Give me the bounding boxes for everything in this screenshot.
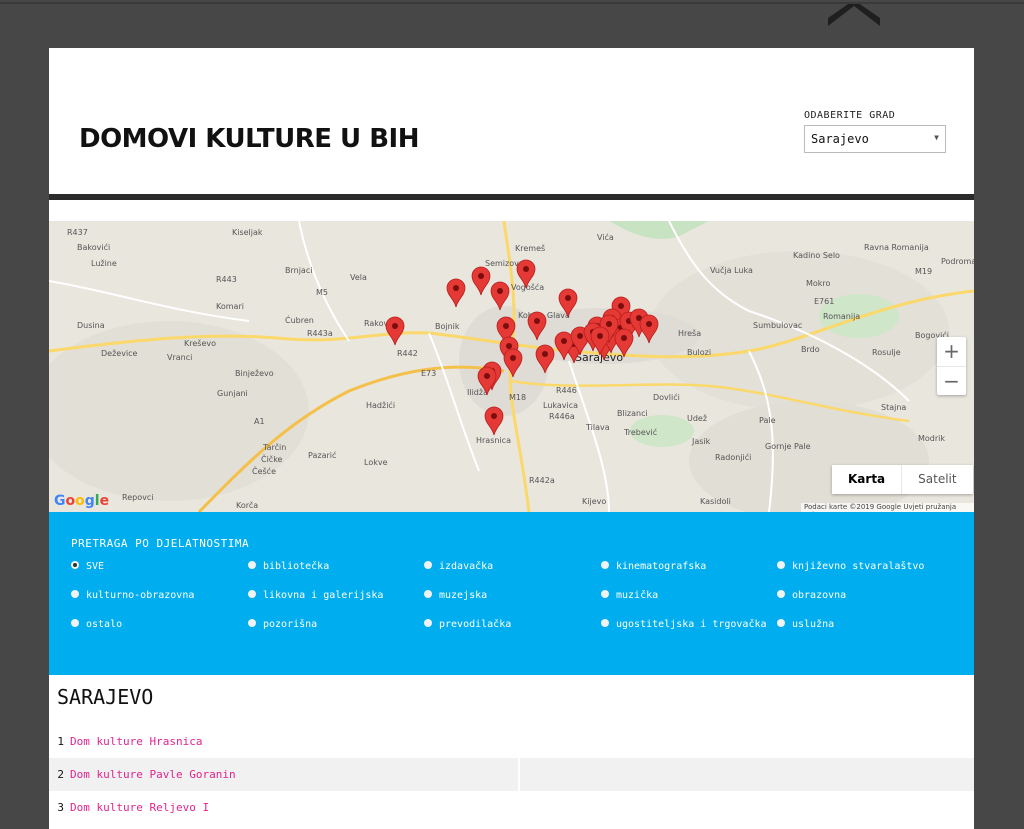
filter-option-label: pozorišna (263, 619, 318, 630)
map-marker-icon[interactable] (639, 314, 659, 344)
filter-option-label: bibliotečka (263, 561, 330, 572)
filter-option-label: muzejska (439, 590, 488, 601)
list-item-link[interactable]: Dom kulture Reljevo I (70, 801, 209, 814)
radio-icon[interactable] (71, 619, 79, 627)
radio-icon[interactable] (601, 590, 609, 598)
filter-option[interactable]: muzejska (424, 590, 487, 601)
filter-option[interactable]: književno stvaralaštvo (777, 561, 924, 572)
filter-option[interactable]: izdavačka (424, 561, 493, 572)
radio-icon[interactable] (71, 590, 79, 598)
list-item-number: 1 (57, 735, 64, 748)
radio-icon[interactable] (424, 619, 432, 627)
map-marker-icon[interactable] (477, 366, 497, 396)
filters-title: PRETRAGA PO DJELATNOSTIMA (71, 537, 250, 550)
list-item: 3 Dom kulture Reljevo I (49, 791, 974, 824)
filter-option[interactable]: SVE (71, 561, 104, 572)
map-marker-icon[interactable] (614, 328, 634, 358)
filter-option-label: SVE (86, 561, 105, 572)
zoom-out-button[interactable]: − (937, 366, 966, 396)
map-marker-icon[interactable] (535, 344, 555, 374)
radio-icon[interactable] (424, 590, 432, 598)
map-marker-icon[interactable] (527, 311, 547, 341)
map-marker-icon[interactable] (490, 281, 510, 311)
filter-option-label: likovna i galerijska (263, 590, 384, 601)
filter-option-label: izdavačka (439, 561, 494, 572)
filter-option[interactable]: prevodilačka (424, 619, 511, 630)
filter-option[interactable]: kulturno-obrazovna (71, 590, 194, 601)
filter-option-label: ugostiteljska i trgovačka (616, 619, 767, 630)
radio-icon[interactable] (248, 561, 256, 569)
filter-option[interactable]: ostalo (71, 619, 122, 630)
filter-option[interactable]: obrazovna (777, 590, 846, 601)
chevron-up-icon[interactable] (828, 4, 880, 26)
city-dropdown[interactable]: Sarajevo ▼ (804, 125, 946, 153)
map-type-map-button[interactable]: Karta (832, 465, 903, 494)
city-select: ODABERITE GRAD Sarajevo ▼ (804, 110, 946, 153)
map-marker-icon[interactable] (385, 316, 405, 346)
map-marker-icon[interactable] (471, 266, 491, 296)
activity-filters: PRETRAGA PO DJELATNOSTIMA SVE bibliotečka… (49, 512, 974, 675)
spacer (49, 200, 974, 221)
results-heading: SARAJEVO (57, 685, 154, 709)
radio-icon[interactable] (248, 590, 256, 598)
list-item-number: 3 (57, 801, 64, 814)
city-dropdown-value: Sarajevo (811, 132, 869, 146)
radio-icon[interactable] (248, 619, 256, 627)
filter-option[interactable]: bibliotečka (248, 561, 329, 572)
header: DOMOVI KULTURE U BIH ODABERITE GRAD Sara… (49, 48, 974, 194)
filter-option[interactable]: uslužna (777, 619, 834, 630)
row-divider (518, 758, 520, 791)
list-item: 2 Dom kulture Pavle Goranin (49, 758, 974, 791)
radio-icon[interactable] (601, 619, 609, 627)
filter-option-label: ostalo (86, 619, 123, 630)
backdrop-top (0, 0, 1024, 48)
map-attribution[interactable]: Podaci karte ©2019 Google Uvjeti pružanj… (801, 503, 974, 512)
map[interactable]: R437 Kiseljak Bakovići Lužine R443 Brnja… (49, 221, 974, 512)
filter-option[interactable]: likovna i galerijska (248, 590, 383, 601)
map-marker-icon[interactable] (558, 288, 578, 318)
map-type-control: Karta Satelit (832, 465, 973, 494)
list-item: 1 Dom kulture Hrasnica (49, 725, 974, 758)
modal: DOMOVI KULTURE U BIH ODABERITE GRAD Sara… (49, 48, 974, 829)
filter-option-label: muzička (616, 590, 659, 601)
radio-icon[interactable] (777, 590, 785, 598)
filter-option[interactable]: kinematografska (601, 561, 706, 572)
results-list: SARAJEVO 1 Dom kulture Hrasnica 2 Dom kultu… (49, 675, 974, 824)
city-select-label: ODABERITE GRAD (804, 110, 896, 121)
map-marker-icon[interactable] (503, 348, 523, 378)
filter-option[interactable]: pozorišna (248, 619, 317, 630)
caret-down-icon: ▼ (934, 133, 939, 142)
filter-option-label: kinematografska (616, 561, 707, 572)
list-item-link[interactable]: Dom kulture Hrasnica (70, 735, 202, 748)
radio-icon[interactable] (777, 619, 785, 627)
google-logo: Google (54, 493, 110, 509)
map-marker-icon[interactable] (446, 278, 466, 308)
zoom-in-button[interactable]: + (937, 337, 966, 366)
filter-option-label: obrazovna (792, 590, 847, 601)
radio-icon[interactable] (777, 561, 785, 569)
map-type-satellite-button[interactable]: Satelit (902, 465, 972, 494)
filter-option-label: uslužna (792, 619, 835, 630)
page-title: DOMOVI KULTURE U BIH (79, 124, 419, 154)
filter-option-label: kulturno-obrazovna (86, 590, 195, 601)
radio-icon[interactable] (71, 561, 79, 569)
filter-option[interactable]: muzička (601, 590, 658, 601)
zoom-control: + − (937, 337, 966, 395)
radio-icon[interactable] (424, 561, 432, 569)
radio-icon[interactable] (601, 561, 609, 569)
list-item-link[interactable]: Dom kulture Pavle Goranin (70, 768, 236, 781)
map-marker-icon[interactable] (516, 259, 536, 289)
filter-option[interactable]: ugostiteljska i trgovačka (601, 619, 767, 630)
filter-option-label: književno stvaralaštvo (792, 561, 925, 572)
list-item-number: 2 (57, 768, 64, 781)
filter-option-label: prevodilačka (439, 619, 512, 630)
map-marker-icon[interactable] (484, 406, 504, 436)
